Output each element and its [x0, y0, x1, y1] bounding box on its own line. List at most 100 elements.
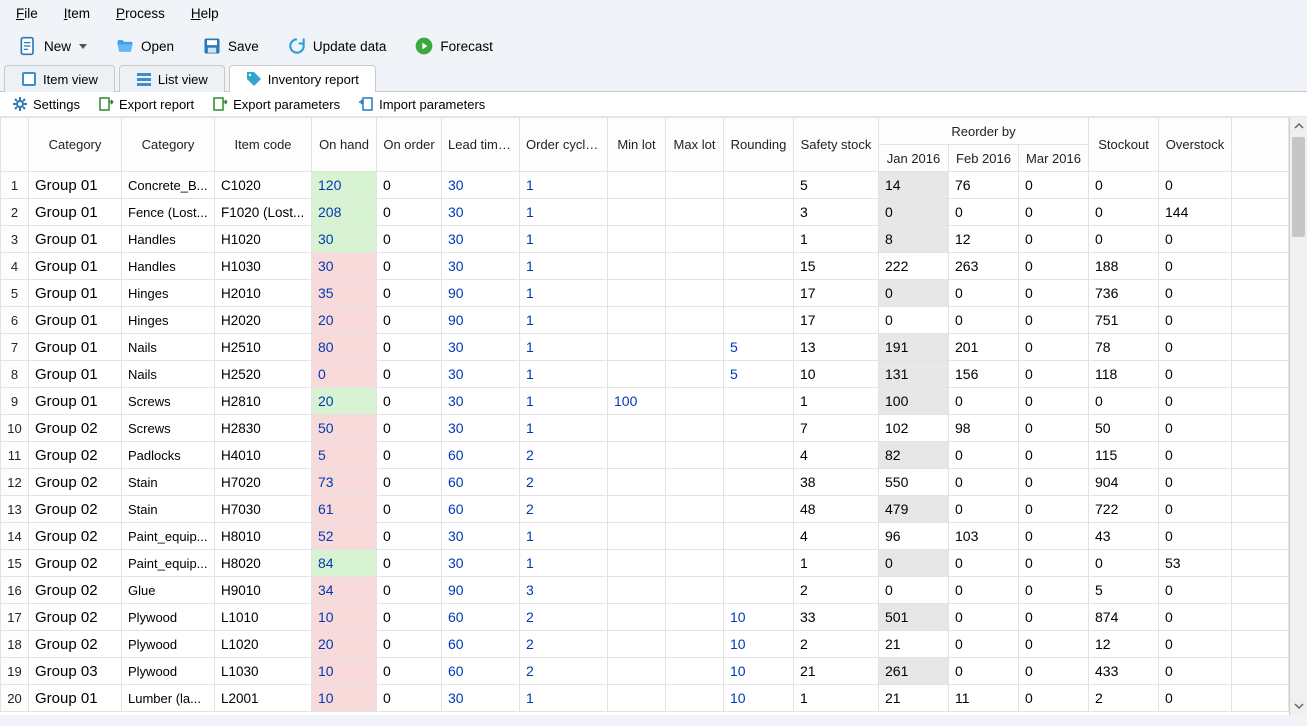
col-stockout[interactable]: Stockout: [1089, 118, 1159, 172]
cell-order-cycle[interactable]: 1: [520, 361, 608, 388]
cell-category2[interactable]: Stain: [122, 469, 215, 496]
scroll-up-arrow[interactable]: [1290, 117, 1307, 135]
cell-reorder-jan[interactable]: 102: [879, 415, 949, 442]
cell-reorder-jan[interactable]: 14: [879, 172, 949, 199]
cell-stockout[interactable]: 0: [1089, 550, 1159, 577]
cell-max-lot[interactable]: [666, 361, 724, 388]
cell-order-cycle[interactable]: 2: [520, 442, 608, 469]
cell-min-lot[interactable]: [608, 172, 666, 199]
cell-reorder-feb[interactable]: 156: [949, 361, 1019, 388]
cell-min-lot[interactable]: [608, 307, 666, 334]
cell-max-lot[interactable]: [666, 685, 724, 712]
cell-min-lot[interactable]: [608, 334, 666, 361]
cell-category1[interactable]: Group 01: [29, 388, 122, 415]
cell-min-lot[interactable]: [608, 496, 666, 523]
cell-rounding[interactable]: [724, 226, 794, 253]
cell-stockout[interactable]: 118: [1089, 361, 1159, 388]
cell-on-hand[interactable]: 61: [312, 496, 377, 523]
cell-category2[interactable]: Handles: [122, 253, 215, 280]
cell-rounding[interactable]: 5: [724, 361, 794, 388]
cell-on-hand[interactable]: 10: [312, 604, 377, 631]
cell-reorder-feb[interactable]: 0: [949, 388, 1019, 415]
cell-reorder-mar[interactable]: 0: [1019, 226, 1089, 253]
cell-on-order[interactable]: 0: [377, 631, 442, 658]
cell-reorder-jan[interactable]: 131: [879, 361, 949, 388]
table-row[interactable]: 8Group 01NailsH25200030151013115601180: [1, 361, 1289, 388]
table-row[interactable]: 5Group 01HingesH2010350901170007360: [1, 280, 1289, 307]
tab-item-view[interactable]: Item view: [4, 65, 115, 92]
cell-safety-stock[interactable]: 17: [794, 280, 879, 307]
cell-lead-time[interactable]: 30: [442, 361, 520, 388]
cell-reorder-jan[interactable]: 222: [879, 253, 949, 280]
cell-safety-stock[interactable]: 21: [794, 658, 879, 685]
cell-safety-stock[interactable]: 33: [794, 604, 879, 631]
cell-category2[interactable]: Nails: [122, 334, 215, 361]
cell-on-hand[interactable]: 10: [312, 658, 377, 685]
cell-reorder-mar[interactable]: 0: [1019, 280, 1089, 307]
cell-reorder-mar[interactable]: 0: [1019, 415, 1089, 442]
cell-rounding[interactable]: [724, 307, 794, 334]
scroll-thumb[interactable]: [1292, 137, 1305, 237]
cell-rounding[interactable]: 5: [724, 334, 794, 361]
cell-category2[interactable]: Padlocks: [122, 442, 215, 469]
cell-on-order[interactable]: 0: [377, 226, 442, 253]
cell-order-cycle[interactable]: 1: [520, 172, 608, 199]
cell-safety-stock[interactable]: 2: [794, 577, 879, 604]
cell-on-order[interactable]: 0: [377, 658, 442, 685]
cell-item-code[interactable]: H2520: [215, 361, 312, 388]
col-on-hand[interactable]: On hand: [312, 118, 377, 172]
table-row[interactable]: 10Group 02ScrewsH28305003017102980500: [1, 415, 1289, 442]
chevron-down-icon[interactable]: [79, 44, 87, 49]
cell-max-lot[interactable]: [666, 496, 724, 523]
cell-category1[interactable]: Group 03: [29, 658, 122, 685]
cell-order-cycle[interactable]: 3: [520, 577, 608, 604]
col-order-cycle[interactable]: Order cycle, months: [520, 118, 608, 172]
cell-reorder-jan[interactable]: 479: [879, 496, 949, 523]
cell-reorder-feb[interactable]: 263: [949, 253, 1019, 280]
cell-reorder-feb[interactable]: 0: [949, 496, 1019, 523]
cell-reorder-feb[interactable]: 11: [949, 685, 1019, 712]
save-button[interactable]: Save: [196, 33, 265, 59]
cell-max-lot[interactable]: [666, 550, 724, 577]
cell-overstock[interactable]: 0: [1159, 307, 1232, 334]
menu-file[interactable]: File: [12, 4, 42, 23]
cell-on-hand[interactable]: 30: [312, 253, 377, 280]
cell-stockout[interactable]: 904: [1089, 469, 1159, 496]
cell-rounding[interactable]: [724, 388, 794, 415]
cell-overstock[interactable]: 0: [1159, 577, 1232, 604]
cell-reorder-mar[interactable]: 0: [1019, 658, 1089, 685]
cell-item-code[interactable]: H7030: [215, 496, 312, 523]
cell-item-code[interactable]: H2020: [215, 307, 312, 334]
cell-min-lot[interactable]: [608, 631, 666, 658]
cell-on-order[interactable]: 0: [377, 199, 442, 226]
cell-reorder-mar[interactable]: 0: [1019, 604, 1089, 631]
cell-max-lot[interactable]: [666, 604, 724, 631]
col-rounding[interactable]: Rounding: [724, 118, 794, 172]
cell-safety-stock[interactable]: 1: [794, 226, 879, 253]
cell-overstock[interactable]: 0: [1159, 658, 1232, 685]
cell-overstock[interactable]: 0: [1159, 280, 1232, 307]
cell-min-lot[interactable]: [608, 199, 666, 226]
cell-category2[interactable]: Plywood: [122, 604, 215, 631]
cell-item-code[interactable]: H1030: [215, 253, 312, 280]
cell-order-cycle[interactable]: 1: [520, 280, 608, 307]
cell-on-order[interactable]: 0: [377, 577, 442, 604]
table-row[interactable]: 2Group 01Fence (Lost...F1020 (Lost...208…: [1, 199, 1289, 226]
cell-lead-time[interactable]: 30: [442, 415, 520, 442]
cell-reorder-feb[interactable]: 201: [949, 334, 1019, 361]
cell-stockout[interactable]: 78: [1089, 334, 1159, 361]
cell-rounding[interactable]: [724, 415, 794, 442]
settings-button[interactable]: Settings: [12, 96, 80, 112]
cell-item-code[interactable]: F1020 (Lost...: [215, 199, 312, 226]
cell-reorder-mar[interactable]: 0: [1019, 307, 1089, 334]
cell-max-lot[interactable]: [666, 658, 724, 685]
cell-reorder-mar[interactable]: 0: [1019, 577, 1089, 604]
cell-on-hand[interactable]: 73: [312, 469, 377, 496]
cell-reorder-feb[interactable]: 0: [949, 604, 1019, 631]
cell-rounding[interactable]: [724, 172, 794, 199]
cell-min-lot[interactable]: [608, 415, 666, 442]
cell-max-lot[interactable]: [666, 442, 724, 469]
col-reorder-by[interactable]: Reorder by: [879, 118, 1089, 145]
col-category1[interactable]: Category: [29, 118, 122, 172]
cell-rounding[interactable]: [724, 523, 794, 550]
